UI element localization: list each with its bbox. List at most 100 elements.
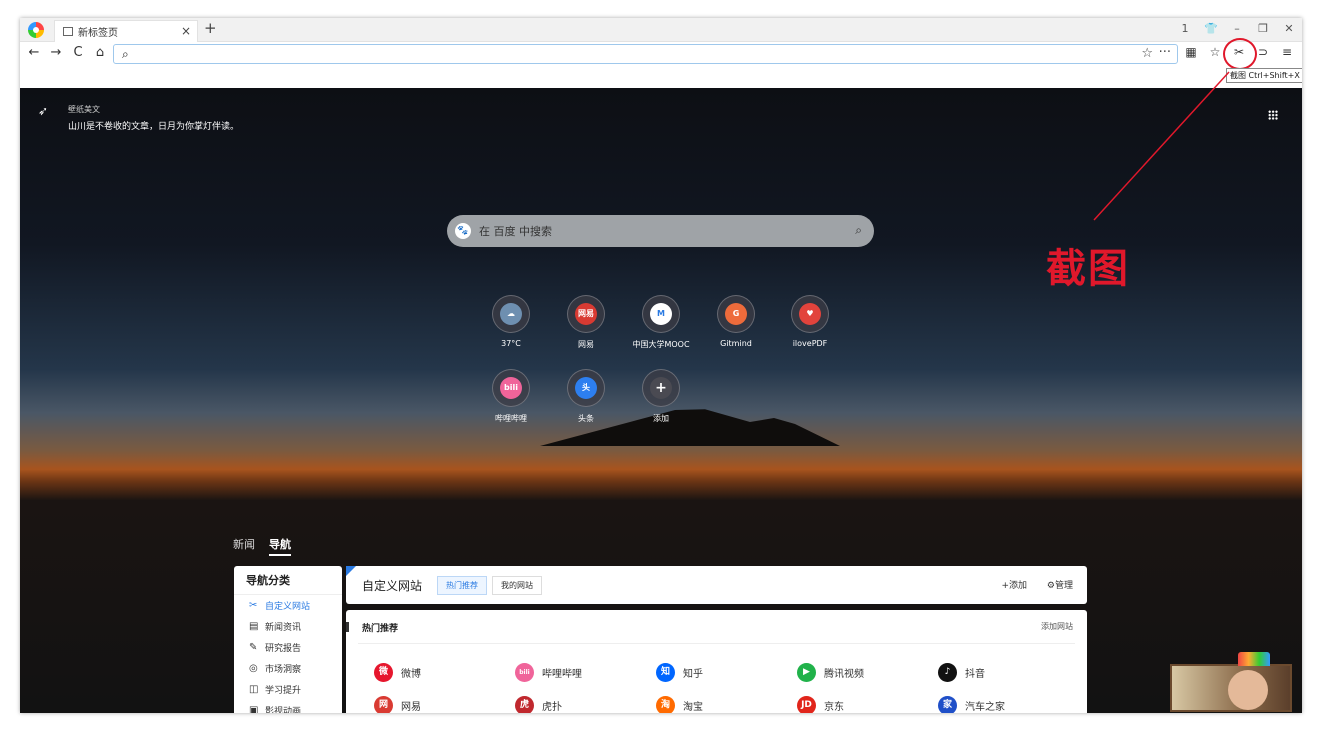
category-label: 新闻资讯 [265,623,302,633]
grid-menu-icon[interactable] [1268,110,1278,120]
hot-site-link[interactable]: ♪ 抖音 [938,663,985,682]
search-box[interactable]: 🐾 ⌕ [447,215,874,247]
category-icon: ✂ [249,600,258,611]
site-label: 虎扑 [542,702,562,713]
baidu-paw-icon[interactable]: 🐾 [455,223,471,239]
apps-icon[interactable]: ▦ [1183,45,1199,59]
site-icon: 家 [938,696,957,713]
hot-site-link[interactable]: 虎虎扑 [515,696,562,713]
category-item[interactable]: ▤ 新闻资讯 [234,616,342,637]
shortcut-item[interactable]: 头头条 [548,369,624,424]
shortcut-ring: 网易 [567,295,605,333]
more-icon[interactable]: ··· [1159,45,1171,60]
custom-sites-header: 自定义网站 热门推荐 我的网站 +添加 ⚙管理 [346,566,1087,604]
site-icon: 虎 [515,696,534,713]
category-item[interactable]: ✎ 研究报告 [234,637,342,658]
shortcut-item[interactable]: bili 哔哩哔哩 [473,369,549,424]
site-icon: ♪ [938,663,957,682]
category-icon: ▣ [249,705,259,713]
shortcut-item[interactable]: ♥ ilovePDF [772,295,848,348]
shortcut-label: 哔哩哔哩 [495,414,527,423]
shortcut-item[interactable]: 网易 网易 [548,295,624,350]
shortcut-item[interactable]: + 添加 [623,369,699,424]
home-button[interactable]: ⌂ [94,45,106,60]
cloud-icon: ☁ [500,303,522,325]
hot-site-link[interactable]: bili 哔哩哔哩 [515,663,582,682]
hot-pill[interactable]: 热门推荐 [437,576,487,595]
category-icon: ▤ [249,621,259,632]
hot-site-link[interactable]: 知知乎 [656,663,703,682]
tab-navigation[interactable]: 导航 [269,536,291,556]
new-tab-button[interactable]: + [204,19,217,37]
manage-button[interactable]: ⚙管理 [1047,578,1073,591]
category-item[interactable]: ◫ 学习提升 [234,679,342,700]
category-item[interactable]: ▣ 影视动画 [234,700,342,713]
site-label: 腾讯视频 [824,669,864,680]
bookmark-star-icon[interactable]: ☆ [1141,46,1153,61]
undo-icon[interactable]: ⊃ [1255,45,1271,59]
hot-site-link[interactable]: 网网易 [374,696,421,713]
hot-site-link[interactable]: 淘淘宝 [656,696,703,713]
restore-button[interactable]: ❐ [1256,22,1270,35]
site-label: 京东 [824,702,844,713]
new-tab-page: ➶ 壁纸美文 山川是不卷收的文章，日月为你掌灯伴读。 🐾 ⌕ ☁37°C网易网易… [20,88,1302,713]
category-item[interactable]: ◎ 市场洞察 [234,658,342,679]
search-icon[interactable]: ⌕ [855,223,862,238]
feed-tabs: 新闻 导航 [233,536,291,556]
close-tab-icon[interactable]: × [181,24,191,38]
category-item[interactable]: ✂ 自定义网站 [234,595,342,616]
category-label: 研究报告 [265,644,302,654]
hot-site-link[interactable]: 微微博 [374,663,421,682]
hot-site-link[interactable]: ▶ 腾讯视频 [797,663,864,682]
gitmind-icon: G [725,303,747,325]
reload-button[interactable]: C [72,45,84,60]
shortcut-label: 中国大学MOOC [632,340,690,349]
shortcut-ring: + [642,369,680,407]
site-label: 哔哩哔哩 [542,669,582,680]
tab-title: 新标签页 [78,28,118,39]
search-input[interactable] [479,221,829,241]
avatar [1228,670,1268,710]
back-button[interactable]: ← [28,45,40,60]
tab-count-icon[interactable]: 1 [1178,22,1192,35]
menu-icon[interactable]: ≡ [1279,45,1295,59]
page-icon [63,27,73,36]
shortcut-item[interactable]: ☁ 37°C [473,295,549,348]
shortcut-ring: ♥ [791,295,829,333]
corner-marker [346,566,356,576]
wallpaper-arrow-icon[interactable]: ➶ [38,104,48,118]
address-bar[interactable]: ⌕ ☆ ··· [113,44,1178,64]
wallpaper-title: 壁纸美文 [68,105,100,114]
hot-site-link[interactable]: 家汽车之家 [938,696,1005,713]
category-label: 市场洞察 [265,665,302,675]
site-label: 网易 [401,702,421,713]
add-button[interactable]: +添加 [1001,578,1027,591]
shortcut-ring: bili [492,369,530,407]
shortcut-item[interactable]: M 中国大学MOOC [623,295,699,350]
site-icon: 微 [374,663,393,682]
tab-news[interactable]: 新闻 [233,536,255,556]
my-sites-pill[interactable]: 我的网站 [492,576,542,595]
forward-button[interactable]: → [50,45,62,60]
mooc-icon: M [650,303,672,325]
shortcut-label: 添加 [653,414,669,423]
screenshot-highlight-circle [1223,38,1257,70]
browser-logo-icon [28,22,44,38]
category-icon: ◎ [249,663,258,674]
site-icon: 知 [656,663,675,682]
skin-icon[interactable]: 👕 [1204,22,1218,35]
hot-site-link[interactable]: JD 京东 [797,696,844,713]
close-window-button[interactable]: ✕ [1282,22,1296,35]
active-tab[interactable]: 新标签页 × [54,20,198,42]
search-icon: ⌕ [122,47,129,61]
add-icon: + [650,377,672,399]
favorites-icon[interactable]: ☆ [1207,45,1223,59]
shortcut-item[interactable]: G Gitmind [698,295,774,348]
minimize-button[interactable]: – [1230,22,1244,35]
window-controls: 1 👕 – ❐ ✕ [1178,22,1296,35]
shortcut-label: 头条 [578,414,594,423]
game-avatar-widget[interactable] [1170,652,1292,712]
shortcut-ring: 头 [567,369,605,407]
shortcut-ring: ☁ [492,295,530,333]
add-site-link[interactable]: 添加网站 [1041,621,1073,632]
